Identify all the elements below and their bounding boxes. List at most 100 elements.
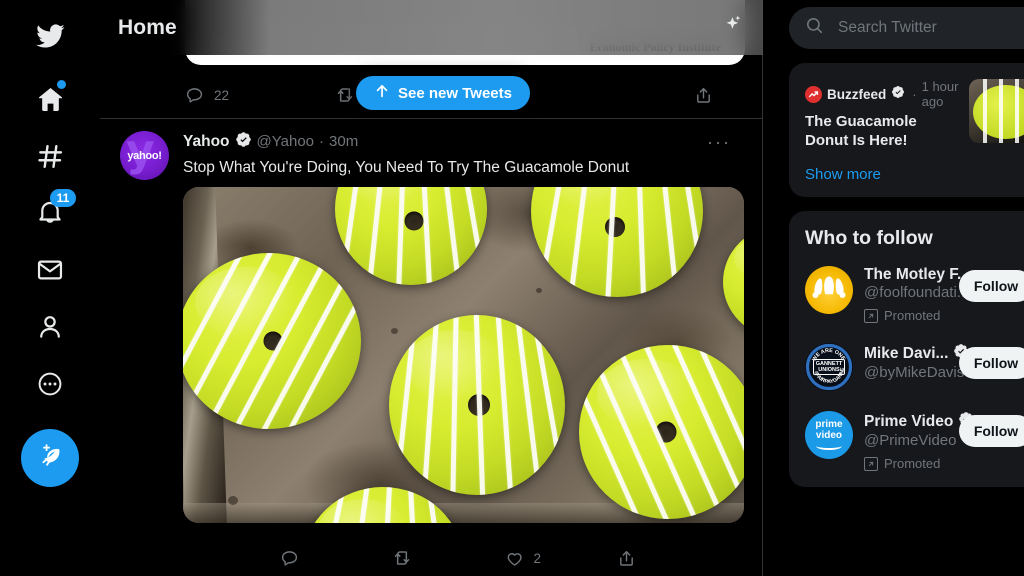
right-sidebar: Search Twitter Buzzfeed · 1 hour ago The… (763, 0, 1024, 576)
show-more-link[interactable]: Show more (789, 150, 1024, 183)
previous-reply-action[interactable]: 22 (185, 86, 335, 105)
see-new-tweets-button[interactable]: See new Tweets (356, 76, 530, 110)
trend-main: Buzzfeed · 1 hour ago The Guacamole Donu… (805, 79, 959, 150)
more-horizontal-icon[interactable]: ··· (707, 133, 749, 151)
avatar[interactable]: y yahoo! (120, 131, 169, 180)
share-icon (617, 549, 636, 568)
tweet-meta-separator: · (319, 133, 325, 150)
sidebar-item-home[interactable] (22, 71, 78, 127)
more-circle-icon (37, 371, 63, 397)
reply-action[interactable] (280, 549, 392, 568)
tweet-timestamp[interactable]: 30m (329, 134, 358, 149)
account-name-line: Mike Davi... (864, 343, 969, 364)
retweet-icon (335, 85, 355, 105)
trend-time: 1 hour ago (921, 79, 959, 109)
top-tweets-toggle-button[interactable] (713, 10, 749, 46)
follow-button[interactable]: Follow (959, 347, 1024, 380)
donut (531, 187, 703, 298)
donut (183, 253, 361, 430)
comment-icon (280, 549, 299, 568)
verified-badge-icon (891, 85, 907, 104)
avatar[interactable]: prime video (805, 411, 853, 460)
donut-drizzle (531, 187, 703, 298)
account-name-line: The Motley F... (864, 266, 970, 284)
donut-drizzle (579, 345, 744, 520)
trend-thumbnail[interactable] (969, 79, 1024, 143)
gannett-unions-ring-text: WE ARE ONE #FAIRPAYGANNETT (805, 343, 853, 391)
twitter-logo-button[interactable] (22, 8, 78, 64)
trending-arrow-icon (805, 85, 822, 103)
motley-fool-jester-icon (809, 273, 849, 304)
sidebar-item-notifications[interactable]: 11 (22, 185, 78, 241)
avatar[interactable]: WE ARE ONE #FAIRPAYGANNETT GANNETTUNIONS (805, 343, 853, 392)
account-name-line: Prime Video (864, 411, 974, 432)
tweet-action-bar: 2 (100, 540, 763, 576)
who-to-follow-title: Who to follow (805, 227, 933, 250)
tweet-image[interactable] (183, 187, 744, 524)
person-icon (36, 313, 64, 341)
donut-drizzle (389, 315, 565, 496)
search-icon (805, 16, 824, 40)
account-name: Mike Davi... (864, 344, 949, 362)
trend-row: Buzzfeed · 1 hour ago The Guacamole Donu… (789, 79, 1024, 150)
donut (389, 315, 565, 496)
follow-button[interactable]: Follow (959, 270, 1024, 303)
home-unread-dot (57, 80, 66, 89)
account-handle: @foolfoundati... (864, 284, 970, 302)
search-input[interactable]: Search Twitter (789, 7, 1024, 49)
compose-feather-icon (36, 442, 64, 475)
search-placeholder: Search Twitter (838, 19, 937, 36)
who-to-follow-item[interactable]: prime video Prime Video @PrimeVideo Prom… (789, 401, 1024, 481)
tweet-header: Yahoo @Yahoo · 30m ··· (183, 131, 749, 152)
share-action[interactable] (617, 549, 729, 568)
promoted-label-row: Promoted (864, 456, 948, 471)
heart-icon (505, 549, 524, 568)
trend-source: Buzzfeed · 1 hour ago (805, 79, 959, 109)
tweet-author-name[interactable]: Yahoo (183, 134, 230, 150)
donut (303, 487, 463, 524)
account-meta: The Motley F... @foolfoundati... Promote… (864, 266, 970, 323)
sidebar-item-messages[interactable] (22, 242, 78, 298)
trend-separator: · (912, 86, 917, 102)
notifications-badge: 11 (50, 189, 76, 207)
sparkles-icon (719, 13, 743, 42)
tweet-card[interactable]: y yahoo! Yahoo @Yahoo · 30m ··· Stop Wha… (100, 119, 763, 524)
retweet-icon (392, 548, 412, 568)
arrow-up-icon (374, 83, 390, 103)
tweet-text: Stop What You're Doing, You Need To Try … (183, 159, 630, 176)
account-name: Prime Video (864, 412, 954, 430)
promoted-label-row: Promoted (864, 308, 948, 323)
previous-reply-count: 22 (214, 87, 230, 103)
compose-tweet-button[interactable] (21, 429, 79, 487)
trend-title: The Guacamole Donut Is Here! (805, 113, 917, 150)
page-title: Home (118, 15, 177, 39)
like-action[interactable]: 2 (505, 549, 617, 568)
home-timeline-column: Economic Policy Institute 22 (100, 0, 763, 576)
external-link-icon (864, 456, 878, 471)
trend-source-name: Buzzfeed (827, 86, 887, 102)
primary-navigation-rail: 11 (0, 0, 100, 576)
prime-video-wordmark: prime video (815, 419, 843, 441)
verified-badge-icon (235, 131, 252, 152)
share-icon (694, 86, 713, 105)
external-link-icon (864, 308, 878, 323)
donut (579, 345, 744, 520)
see-new-tweets-label: See new Tweets (398, 84, 512, 102)
donut-drizzle (183, 253, 361, 430)
account-meta: Mike Davi... @byMikeDavis (864, 343, 969, 381)
avatar[interactable] (805, 266, 853, 315)
follow-button[interactable]: Follow (959, 415, 1024, 448)
envelope-icon (36, 256, 64, 284)
trend-card[interactable]: Buzzfeed · 1 hour ago The Guacamole Donu… (789, 63, 1024, 198)
promoted-label: Promoted (884, 456, 941, 472)
retweet-action[interactable] (392, 548, 504, 568)
sidebar-item-explore[interactable] (22, 128, 78, 184)
tweet-author-handle[interactable]: @Yahoo (257, 134, 315, 149)
avatar-wordmark: yahoo! (127, 149, 162, 162)
sidebar-item-profile[interactable] (22, 299, 78, 355)
who-to-follow-item[interactable]: The Motley F... @foolfoundati... Promote… (789, 256, 1024, 333)
who-to-follow-item[interactable]: WE ARE ONE #FAIRPAYGANNETT GANNETTUNIONS… (789, 333, 1024, 401)
previous-share-action[interactable] (694, 86, 713, 105)
twitter-app-window: 11 22 See new Tweets Home y yahoo! Yahoo… (0, 0, 1024, 576)
sidebar-item-more[interactable] (22, 356, 78, 412)
